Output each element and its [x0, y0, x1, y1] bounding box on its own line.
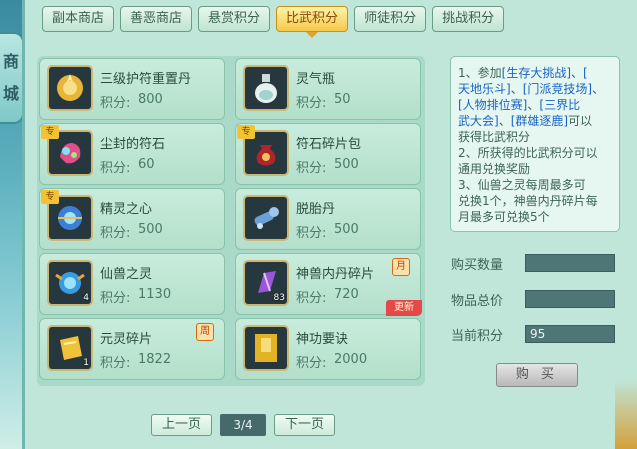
mall-side-tab[interactable]: 商 城 — [0, 32, 24, 124]
rules-line: 3、仙兽之灵每周最多可 — [458, 178, 586, 192]
martial-manual-icon — [243, 325, 289, 371]
spirit-bottle-icon — [243, 65, 289, 111]
item-price: 720 — [334, 287, 359, 302]
shop-item[interactable]: 83 月 神兽内丹碎片 积分: 720 更新 — [235, 253, 422, 316]
rules-line: 武大会]、[群雄逐鹿]可以 — [458, 114, 593, 128]
next-page-button[interactable]: 下一页 — [274, 414, 336, 436]
tab-bounty-points[interactable]: 悬赏积分 — [198, 6, 271, 32]
mall-side-tab-char-2: 城 — [2, 84, 19, 103]
item-count: 83 — [273, 293, 285, 303]
item-name: 神功要诀 — [296, 332, 349, 347]
rules-info-box: 1、参加[生存大挑战]、[ 天地乐斗]、[门派竞技场]、 [人物排位赛]、[三界… — [450, 56, 620, 232]
shop-item[interactable]: 专 符石碎片包 积分: 500 — [235, 123, 421, 185]
price-label: 积分: — [100, 161, 131, 176]
price-label: 积分: — [296, 291, 327, 306]
rules-line: 2、所获得的比武积分可以 — [458, 146, 598, 160]
page-indicator: 3/4 — [220, 414, 267, 436]
beast-spirit-orb-icon: 4 — [47, 260, 93, 306]
buy-button[interactable]: 购 买 — [496, 363, 578, 387]
item-name: 神兽内丹碎片 — [296, 267, 375, 282]
pagination: 上一页 3/4 下一页 — [151, 414, 336, 436]
rules-line: 月最多可兑换5个 — [458, 210, 550, 224]
price-label: 积分: — [296, 226, 327, 241]
item-price: 1822 — [138, 352, 172, 367]
right-decoration — [615, 379, 637, 449]
shop-panel: 副本商店 善恶商店 悬赏积分 比武积分 师徒积分 挑战积分 三级护符重置丹 积分… — [22, 0, 637, 449]
item-price: 50 — [334, 92, 351, 107]
item-name: 尘封的符石 — [100, 137, 166, 152]
quantity-input[interactable] — [525, 254, 615, 272]
rebirth-pill-icon — [243, 195, 289, 241]
rules-line: 获得比武积分 — [458, 130, 531, 144]
item-count: 4 — [83, 293, 89, 303]
item-price: 800 — [138, 92, 163, 107]
total-price-label: 物品总价 — [451, 294, 504, 309]
rules-line: 1、参加[生存大挑战]、[ — [458, 66, 588, 80]
item-price: 500 — [138, 222, 163, 237]
shop-item[interactable]: 专 精灵之心 积分: 500 — [39, 188, 225, 250]
price-label: 积分: — [296, 356, 327, 371]
shop-tabs: 副本商店 善恶商店 悬赏积分 比武积分 师徒积分 挑战积分 — [42, 6, 505, 38]
item-name: 三级护符重置丹 — [100, 72, 192, 87]
current-points-value: 95 — [525, 325, 615, 343]
rules-line: 兑换1个，神兽内丹碎片每 — [458, 194, 598, 208]
price-label: 积分: — [296, 96, 327, 111]
rules-line: 通用兑换奖励 — [458, 162, 531, 176]
item-name: 脱胎丹 — [296, 202, 336, 217]
tab-arena-points[interactable]: 比武积分 — [276, 6, 349, 38]
shop-item[interactable]: 1 周 元灵碎片 积分: 1822 — [39, 318, 225, 380]
price-label: 积分: — [296, 161, 327, 176]
item-price: 1130 — [138, 287, 172, 302]
item-name: 灵气瓶 — [296, 72, 336, 87]
item-price: 60 — [138, 157, 155, 172]
item-price: 500 — [334, 157, 359, 172]
prev-page-button[interactable]: 上一页 — [151, 414, 213, 436]
item-name: 仙兽之灵 — [100, 267, 153, 282]
yuanling-fragment-icon: 1 — [47, 325, 93, 371]
shop-item[interactable]: 4 仙兽之灵 积分: 1130 — [39, 253, 225, 315]
rules-line: 天地乐斗]、[门派竞技场]、 — [458, 82, 605, 96]
price-label: 积分: — [100, 356, 131, 371]
shop-item[interactable]: 脱胎丹 积分: 500 — [235, 188, 421, 250]
monthly-limit-badge: 月 — [392, 258, 410, 276]
item-price: 500 — [334, 222, 359, 237]
shop-item[interactable]: 灵气瓶 积分: 50 — [235, 58, 421, 120]
tab-mentor-points[interactable]: 师徒积分 — [354, 6, 427, 32]
shop-item[interactable]: 专 尘封的符石 积分: 60 — [39, 123, 225, 185]
price-label: 积分: — [100, 96, 131, 111]
item-name: 符石碎片包 — [296, 137, 362, 152]
tab-karma-shop[interactable]: 善恶商店 — [120, 6, 193, 32]
updated-badge: 更新 — [386, 300, 422, 316]
item-grid: 三级护符重置丹 积分: 800 灵气瓶 积分: 50 专 尘封的符石 积分: 6… — [37, 56, 425, 386]
item-name: 元灵碎片 — [100, 332, 153, 347]
item-price: 2000 — [334, 352, 368, 367]
tab-challenge-points[interactable]: 挑战积分 — [432, 6, 505, 32]
exclusive-badge: 专 — [41, 125, 59, 139]
current-points-label: 当前积分 — [451, 329, 504, 344]
price-label: 积分: — [100, 226, 131, 241]
gold-lotus-charm-icon — [47, 65, 93, 111]
total-price-value — [525, 290, 615, 308]
quantity-label: 购买数量 — [451, 258, 504, 273]
mall-side-tab-char-1: 商 — [2, 52, 19, 71]
rules-line: [人物排位赛]、[三界比 — [458, 98, 581, 112]
item-count: 1 — [83, 358, 89, 368]
shop-item[interactable]: 三级护符重置丹 积分: 800 — [39, 58, 225, 120]
tab-dungeon-shop[interactable]: 副本商店 — [42, 6, 115, 32]
weekly-limit-badge: 周 — [196, 323, 214, 341]
shop-item[interactable]: 神功要诀 积分: 2000 — [235, 318, 421, 380]
divine-beast-core-shard-icon: 83 — [243, 260, 289, 306]
exclusive-badge: 专 — [237, 125, 255, 139]
price-label: 积分: — [100, 291, 131, 306]
exclusive-badge: 专 — [41, 190, 59, 204]
item-name: 精灵之心 — [100, 202, 153, 217]
